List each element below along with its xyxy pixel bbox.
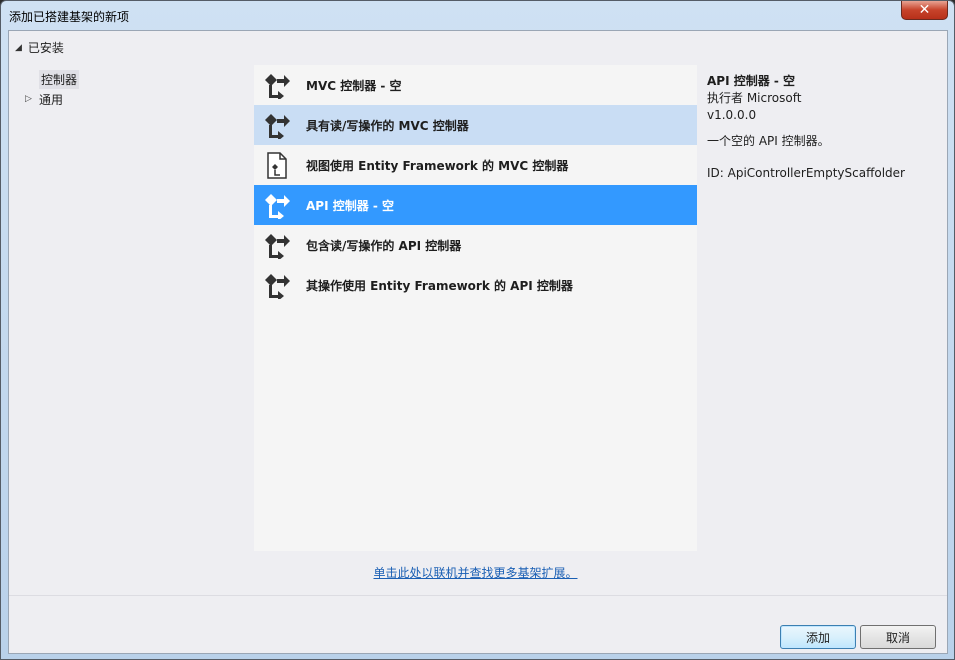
window-title: 添加已搭建基架的新项 bbox=[9, 10, 130, 24]
details-pane: API 控制器 - 空 执行者 Microsoft v1.0.0.0 一个空的 … bbox=[707, 73, 937, 182]
tree-item-label: 通用 bbox=[39, 92, 64, 107]
controller-icon bbox=[265, 74, 290, 99]
list-item-label: 视图使用 Entity Framework 的 MVC 控制器 bbox=[306, 158, 569, 173]
details-id: ID: ApiControllerEmptyScaffolder bbox=[707, 166, 905, 180]
installed-header[interactable]: ◢ 已安装 bbox=[15, 39, 64, 56]
category-tree: 控制器 ▷ 通用 bbox=[23, 69, 243, 109]
installed-label: 已安装 bbox=[27, 41, 64, 55]
document-controller-icon bbox=[267, 152, 287, 179]
list-item-mvc-empty[interactable]: MVC 控制器 - 空 bbox=[254, 65, 697, 105]
cancel-button[interactable]: 取消 bbox=[860, 625, 936, 649]
list-item-label: MVC 控制器 - 空 bbox=[306, 78, 402, 93]
close-icon: ✕ bbox=[918, 2, 931, 18]
collapse-triangle-icon[interactable]: ◢ bbox=[15, 43, 22, 53]
list-item-label: 其操作使用 Entity Framework 的 API 控制器 bbox=[306, 278, 573, 293]
dialog-window: 添加已搭建基架的新项 ✕ ◢ 已安装 控制器 ▷ 通用 MVC 控制器 - 空 … bbox=[0, 0, 955, 660]
controller-icon bbox=[265, 234, 290, 259]
details-version: v1.0.0.0 bbox=[707, 108, 757, 122]
tree-item-controllers[interactable]: 控制器 bbox=[23, 69, 243, 89]
online-link-row: 单击此处以联机并查找更多基架扩展。 bbox=[254, 564, 697, 581]
tree-item-common[interactable]: ▷ 通用 bbox=[23, 89, 243, 109]
title-bar[interactable]: 添加已搭建基架的新项 ✕ bbox=[1, 1, 954, 29]
button-bar: 添加 取消 bbox=[9, 595, 947, 653]
list-item-label: API 控制器 - 空 bbox=[306, 198, 395, 213]
controller-icon bbox=[265, 114, 290, 139]
list-item-api-readwrite[interactable]: 包含读/写操作的 API 控制器 bbox=[254, 225, 697, 265]
list-item-mvc-readwrite[interactable]: 具有读/写操作的 MVC 控制器 bbox=[254, 105, 697, 145]
close-button[interactable]: ✕ bbox=[901, 1, 948, 20]
details-title: API 控制器 - 空 bbox=[707, 74, 796, 88]
dialog-content: ◢ 已安装 控制器 ▷ 通用 MVC 控制器 - 空 具有读/写操作的 MVC … bbox=[8, 30, 948, 654]
controller-icon bbox=[265, 194, 290, 219]
list-item-api-ef[interactable]: 其操作使用 Entity Framework 的 API 控制器 bbox=[254, 265, 697, 305]
details-description: 一个空的 API 控制器。 bbox=[707, 134, 830, 148]
add-button[interactable]: 添加 bbox=[780, 625, 856, 649]
list-item-mvc-ef-views[interactable]: 视图使用 Entity Framework 的 MVC 控制器 bbox=[254, 145, 697, 185]
controller-icon bbox=[265, 274, 290, 299]
list-item-label: 具有读/写操作的 MVC 控制器 bbox=[306, 118, 469, 133]
tree-item-label: 控制器 bbox=[39, 69, 80, 89]
list-item-label: 包含读/写操作的 API 控制器 bbox=[306, 238, 462, 253]
list-item-api-empty[interactable]: API 控制器 - 空 bbox=[254, 185, 697, 225]
scaffold-list: MVC 控制器 - 空 具有读/写操作的 MVC 控制器 视图使用 Entity… bbox=[254, 65, 697, 551]
details-author: 执行者 Microsoft bbox=[707, 91, 802, 105]
expand-arrow-icon[interactable]: ▷ bbox=[25, 94, 32, 104]
find-more-extensions-link[interactable]: 单击此处以联机并查找更多基架扩展。 bbox=[373, 566, 577, 580]
